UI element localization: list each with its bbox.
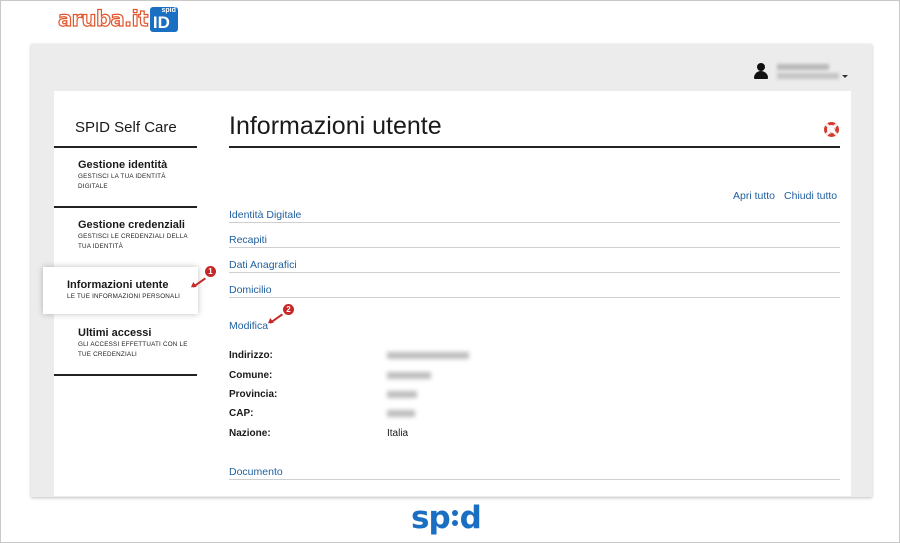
user-icon xyxy=(753,62,768,80)
accordion-label: Dati Anagrafici xyxy=(229,259,297,271)
field-label-nazione: Nazione: xyxy=(229,428,271,439)
accordion-divider xyxy=(229,297,840,298)
sidebar-item-desc: Gli accessi effettuati con le tue creden… xyxy=(78,341,188,358)
accordion-identita-digitale[interactable]: Identità Digitale xyxy=(229,197,840,222)
field-value-comune-redacted xyxy=(387,372,431,379)
accordion-label: Documento xyxy=(229,466,283,478)
spid-logo-left: sp xyxy=(411,500,451,536)
edit-link[interactable]: Modifica xyxy=(229,320,268,332)
user-menu[interactable] xyxy=(753,58,848,84)
field-value-provincia-redacted xyxy=(387,391,417,398)
field-label-indirizzo: Indirizzo: xyxy=(229,350,273,361)
sidebar-item-informazioni-utente[interactable]: Informazioni utente Le tue informazioni … xyxy=(43,267,198,314)
accordion-label: Domicilio xyxy=(229,284,272,296)
accordion-divider xyxy=(229,479,840,480)
sidebar-item-label: Ultimi accessi xyxy=(78,327,152,339)
field-label-cap: CAP: xyxy=(229,408,254,419)
sidebar-item-desc: Gestisci la tua identità digitale xyxy=(78,173,166,190)
spid-id-badge: spid ID xyxy=(149,6,178,32)
accordion-label: Identità Digitale xyxy=(229,209,302,221)
spid-logo: sp d xyxy=(411,500,482,536)
page-title: Informazioni utente xyxy=(229,112,442,140)
accordion-recapiti[interactable]: Recapiti xyxy=(229,222,840,247)
spid-badge-big: ID xyxy=(152,12,170,32)
sidebar-item-ultimi-accessi[interactable]: Ultimi accessi Gli accessi effettuati co… xyxy=(54,327,197,360)
aruba-spid-logo: aruba.it spid ID xyxy=(57,6,178,32)
lifebuoy-help-icon[interactable] xyxy=(824,122,839,137)
title-divider xyxy=(229,146,840,148)
accordion-documento[interactable]: Documento xyxy=(229,454,840,479)
sidebar-item-desc: Le tue informazioni personali xyxy=(67,293,181,300)
field-value-cap-redacted xyxy=(387,410,415,417)
sidebar-item-label: Informazioni utente xyxy=(67,279,169,291)
annotation-marker-1: 1 xyxy=(205,266,216,277)
sidebar-divider xyxy=(54,206,197,208)
field-label-comune: Comune: xyxy=(229,370,273,381)
field-value-indirizzo-redacted xyxy=(387,352,469,359)
sidebar-item-label: Gestione credenziali xyxy=(78,219,185,231)
field-value-nazione: Italia xyxy=(387,428,409,439)
accordion-label: Recapiti xyxy=(229,234,267,246)
aruba-wordmark: aruba.it xyxy=(57,6,149,31)
sidebar-item-gestione-identita[interactable]: Gestione identità Gestisci la tua identi… xyxy=(54,159,197,192)
user-name-redacted xyxy=(777,63,839,79)
accordion-domicilio[interactable]: Domicilio xyxy=(229,272,840,297)
sidebar-title: SPID Self Care xyxy=(75,119,177,136)
annotation-marker-2: 2 xyxy=(283,304,294,315)
sidebar-divider xyxy=(54,374,197,376)
sidebar-divider xyxy=(54,146,197,148)
sidebar-item-label: Gestione identità xyxy=(78,159,168,171)
sidebar-item-gestione-credenziali[interactable]: Gestione credenziali Gestisci le credenz… xyxy=(54,219,197,252)
spid-logo-dots xyxy=(451,510,458,526)
spid-logo-right: d xyxy=(459,500,482,536)
caret-down-icon xyxy=(842,74,848,78)
sidebar-item-desc: Gestisci le credenziali della tua identi… xyxy=(78,233,188,250)
field-label-provincia: Provincia: xyxy=(229,389,278,400)
accordion-dati-anagrafici[interactable]: Dati Anagrafici xyxy=(229,247,840,272)
